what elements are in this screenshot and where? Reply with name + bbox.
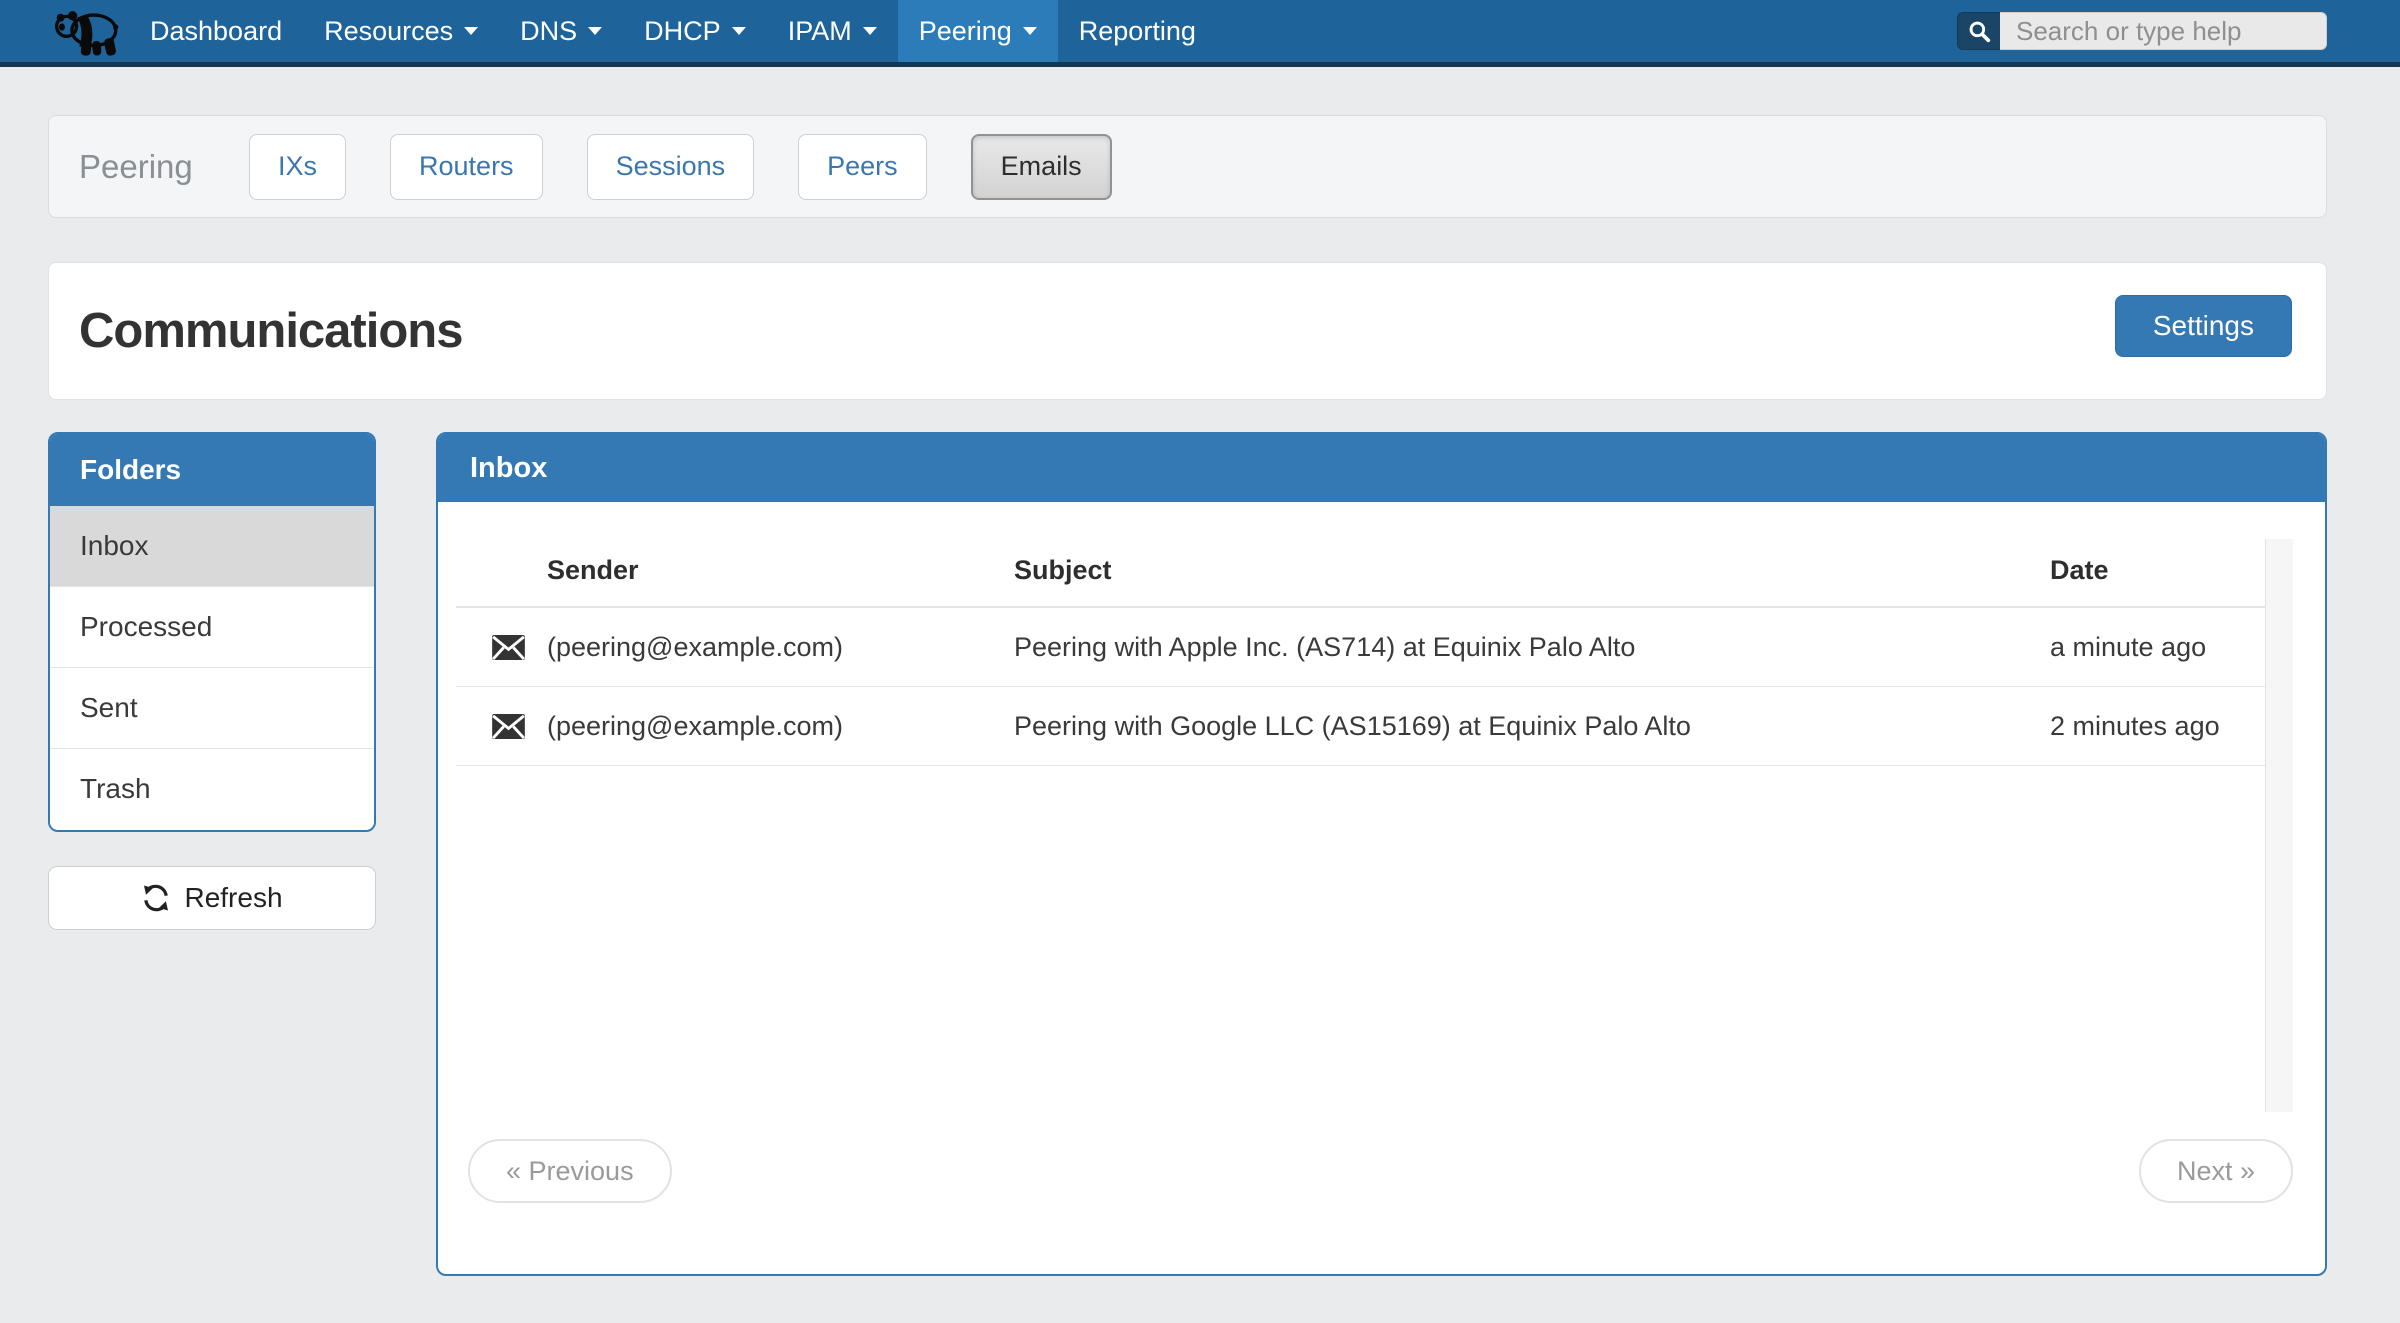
envelope-cell [456, 714, 547, 739]
folder-item-inbox[interactable]: Inbox [50, 506, 374, 586]
nav-item-dhcp[interactable]: DHCP [623, 0, 767, 62]
nav-item-reporting[interactable]: Reporting [1058, 0, 1217, 62]
refresh-button[interactable]: Refresh [48, 866, 376, 930]
toolbar-title: Peering [79, 148, 249, 186]
nav-label: Reporting [1079, 16, 1196, 47]
search-icon [1967, 19, 1991, 43]
nav-item-peering[interactable]: Peering [898, 0, 1058, 62]
email-sender: (peering@example.com) [547, 711, 1014, 742]
email-subject: Peering with Google LLC (AS15169) at Equ… [1014, 711, 2050, 742]
caret-down-icon [464, 27, 478, 35]
nav-item-dns[interactable]: DNS [499, 0, 623, 62]
previous-button[interactable]: « Previous [468, 1139, 672, 1203]
envelope-icon [492, 635, 525, 660]
refresh-icon [141, 883, 171, 913]
caret-down-icon [863, 27, 877, 35]
nav-item-dashboard[interactable]: Dashboard [129, 0, 303, 62]
peering-toolbar: Peering IXs Routers Sessions Peers Email… [48, 115, 2327, 218]
refresh-label: Refresh [184, 882, 282, 914]
folders-panel: Folders Inbox Processed Sent Trash [48, 432, 376, 832]
folder-item-sent[interactable]: Sent [50, 667, 374, 748]
email-table: Sender Subject Date (peering@example.com… [456, 502, 2267, 766]
caret-down-icon [1023, 27, 1037, 35]
email-date: 2 minutes ago [2050, 711, 2267, 742]
search-input[interactable] [2000, 12, 2327, 50]
envelope-cell [456, 635, 547, 660]
nav-label: DNS [520, 16, 577, 47]
next-button[interactable]: Next » [2139, 1139, 2293, 1203]
nav-label: Peering [919, 16, 1012, 47]
search-bar [1957, 12, 2327, 50]
column-header-subject: Subject [1014, 555, 2050, 586]
top-navbar: Dashboard Resources DNS DHCP IPAM Peerin… [0, 0, 2400, 67]
email-sender: (peering@example.com) [547, 632, 1014, 663]
routers-button[interactable]: Routers [390, 134, 543, 200]
email-row[interactable]: (peering@example.com) Peering with Apple… [456, 608, 2267, 687]
folder-item-trash[interactable]: Trash [50, 748, 374, 829]
sessions-button[interactable]: Sessions [587, 134, 755, 200]
inbox-header: Inbox [438, 434, 2325, 502]
ixs-button[interactable]: IXs [249, 134, 346, 200]
email-subject: Peering with Apple Inc. (AS714) at Equin… [1014, 632, 2050, 663]
settings-button[interactable]: Settings [2115, 295, 2292, 357]
envelope-icon [492, 714, 525, 739]
nav-label: DHCP [644, 16, 721, 47]
nav-label: IPAM [788, 16, 852, 47]
peers-button[interactable]: Peers [798, 134, 927, 200]
app-root: Dashboard Resources DNS DHCP IPAM Peerin… [0, 0, 2400, 1323]
page-title: Communications [79, 303, 462, 359]
folders-header: Folders [50, 434, 374, 506]
caret-down-icon [732, 27, 746, 35]
folder-item-processed[interactable]: Processed [50, 586, 374, 667]
table-scrollbar[interactable] [2265, 539, 2293, 1112]
nav-label: Resources [324, 16, 453, 47]
nav-item-ipam[interactable]: IPAM [767, 0, 898, 62]
caret-down-icon [588, 27, 602, 35]
panda-logo[interactable] [52, 0, 125, 62]
main-nav: Dashboard Resources DNS DHCP IPAM Peerin… [129, 0, 1217, 62]
nav-item-resources[interactable]: Resources [303, 0, 499, 62]
column-header-sender: Sender [547, 555, 1014, 586]
email-row[interactable]: (peering@example.com) Peering with Googl… [456, 687, 2267, 766]
nav-label: Dashboard [150, 16, 282, 47]
emails-button[interactable]: Emails [971, 134, 1112, 200]
table-header-row: Sender Subject Date [456, 502, 2267, 608]
communications-panel: Communications Settings [48, 262, 2327, 400]
inbox-panel: Inbox Sender Subject Date (peering@examp… [436, 432, 2327, 1276]
column-header-date: Date [2050, 555, 2267, 586]
email-date: a minute ago [2050, 632, 2267, 663]
search-button[interactable] [1957, 12, 2000, 50]
panda-logo-icon [52, 5, 125, 57]
